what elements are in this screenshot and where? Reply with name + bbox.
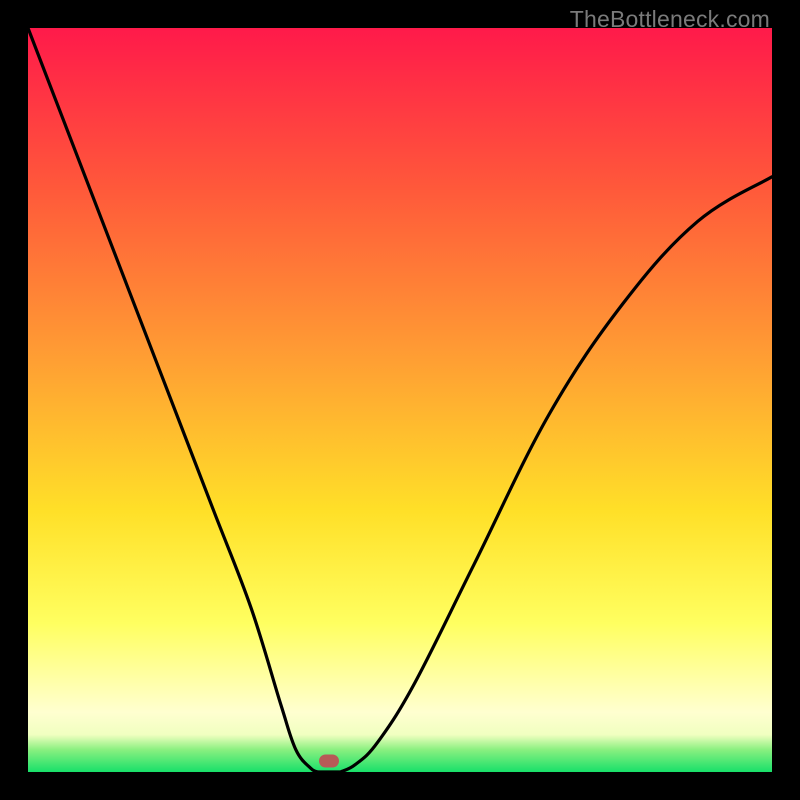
- optimum-marker: [319, 754, 339, 767]
- bottleneck-curve: [28, 28, 772, 772]
- watermark-text: TheBottleneck.com: [570, 6, 770, 33]
- chart-frame: [28, 28, 772, 772]
